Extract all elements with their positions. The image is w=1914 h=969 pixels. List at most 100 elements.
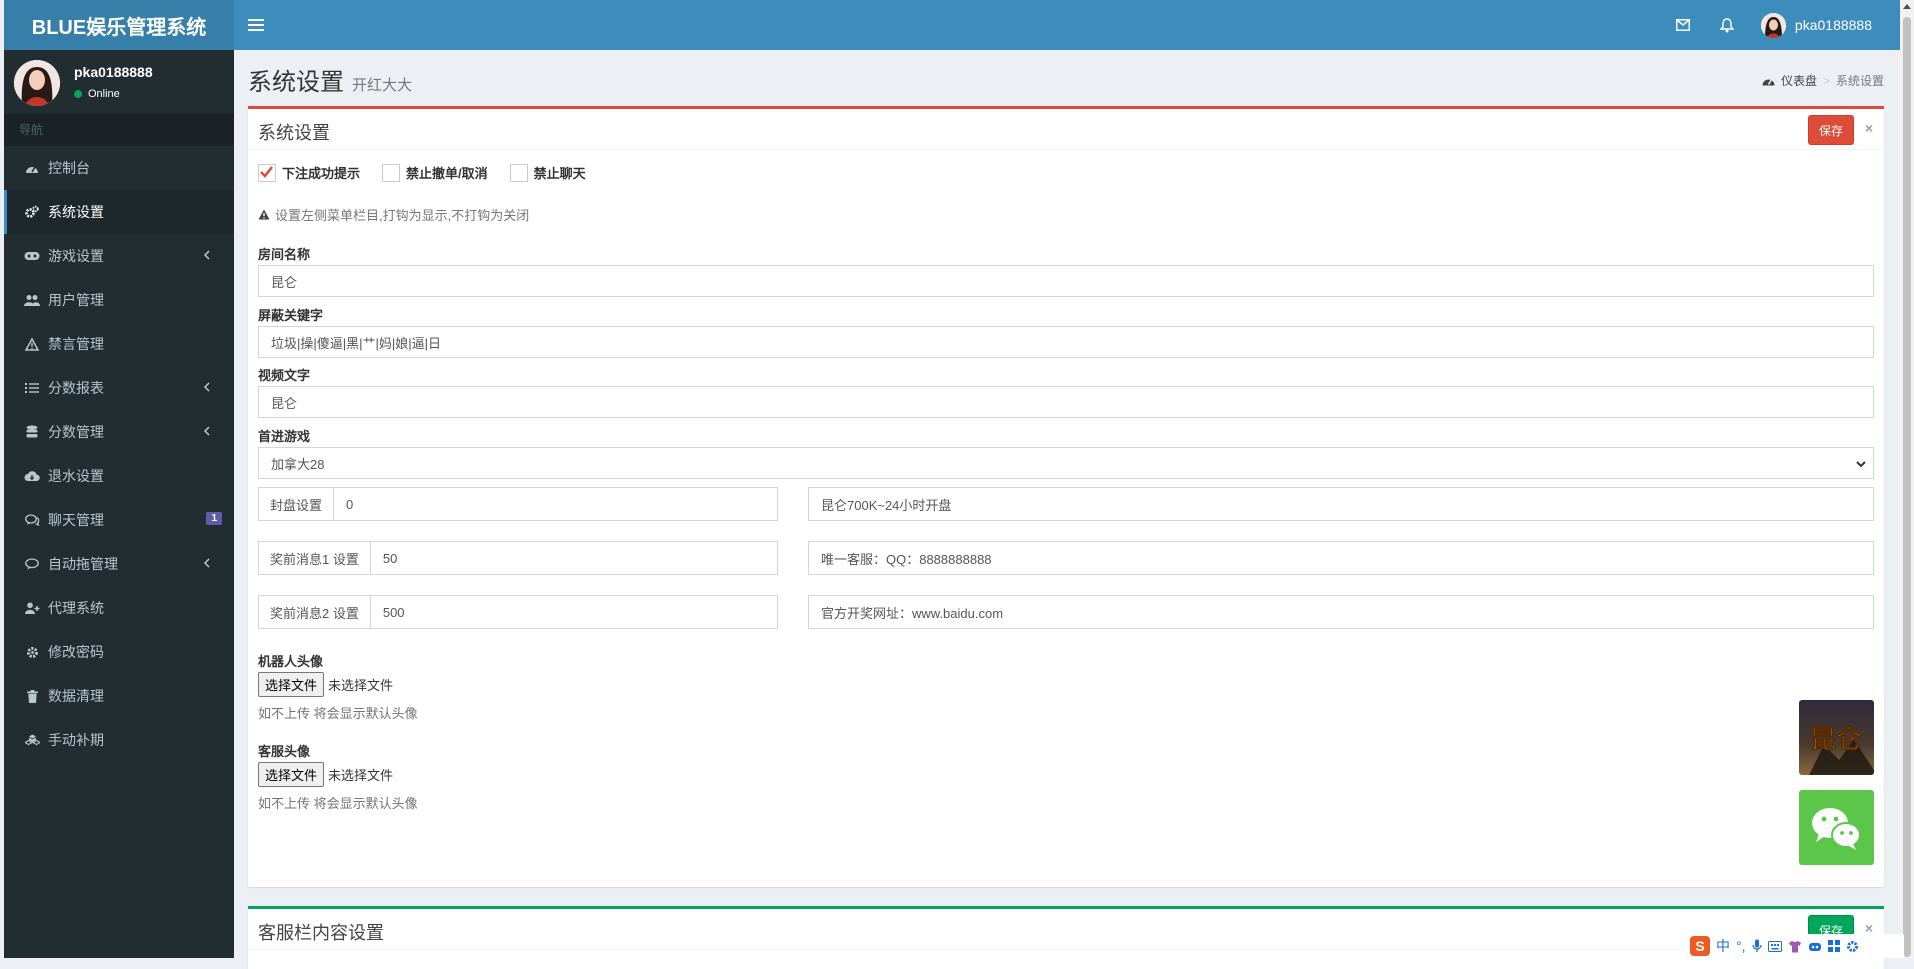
sidebar-item-data-cleanup[interactable]: 数据清理: [4, 674, 234, 718]
status-dot-icon: [74, 90, 82, 98]
checkbox-icon[interactable]: [509, 163, 528, 182]
save-button[interactable]: 保存: [1807, 115, 1854, 145]
cubes-icon: [24, 732, 40, 748]
sidebar-item-score-report[interactable]: 分数报表: [4, 366, 234, 410]
sidebar-item-users[interactable]: 用户管理: [4, 278, 234, 322]
comments-icon: [24, 512, 40, 528]
sidebar-item-auto-trust[interactable]: 自动拖管理: [4, 542, 234, 586]
first-game-select[interactable]: 加拿大28: [258, 447, 1874, 479]
hint-text: 设置左侧菜单栏目,打钩为显示,不打钩为关闭: [275, 208, 530, 223]
box-title: 系统设置: [258, 123, 330, 143]
checkbox-checked-icon[interactable]: [258, 163, 276, 182]
bell-icon[interactable]: [1716, 14, 1738, 36]
checkbox-label: 禁止聊天: [533, 166, 586, 181]
sidebar-item-dashboard[interactable]: 控制台: [4, 146, 234, 190]
close-icon[interactable]: ×: [1862, 920, 1876, 936]
bet-success-toggle[interactable]: 下注成功提示: [258, 163, 360, 182]
choose-file-button[interactable]: 选择文件: [258, 672, 325, 697]
chevron-left-icon: [203, 558, 210, 568]
shirt-icon[interactable]: [1788, 940, 1802, 953]
sidebar-item-score-manage[interactable]: 分数管理: [4, 410, 234, 454]
choose-file-button[interactable]: 选择文件: [258, 762, 325, 787]
warning-icon: [258, 209, 270, 220]
warning-icon: [24, 336, 40, 352]
robot-avatar-image: 昆仑: [1799, 700, 1874, 775]
sidebar-username: pka0188888: [74, 64, 153, 80]
sidebar-item-label: 分数报表: [48, 380, 104, 396]
cancel-bet-toggle[interactable]: 禁止撤单/取消: [382, 163, 488, 182]
box-title: 客服栏内容设置: [258, 923, 384, 943]
chevron-left-icon: [203, 426, 210, 436]
sidebar-toggle-icon[interactable]: [248, 13, 264, 37]
breadcrumb-separator: >: [1822, 73, 1830, 88]
service-avatar-help: 如不上传 将会显示默认头像: [258, 796, 418, 811]
feature-toggles: 下注成功提示 禁止撤单/取消 禁止聊天: [258, 163, 586, 182]
pre-draw-msg1-input[interactable]: 50: [371, 542, 777, 574]
envelope-icon[interactable]: [1672, 14, 1694, 36]
robot-avatar-file-input[interactable]: 选择文件 未选择文件: [258, 672, 393, 697]
sidebar-item-rebate[interactable]: 退水设置: [4, 454, 234, 498]
sidebar-item-agent[interactable]: 代理系统: [4, 586, 234, 630]
sidebar-item-label: 游戏设置: [48, 248, 104, 264]
navbar-username: pka0188888: [1794, 17, 1872, 33]
trash-icon: [24, 688, 40, 704]
sogou-logo-icon: S: [1690, 936, 1710, 956]
pre-draw-msg2-input[interactable]: 500: [371, 596, 777, 628]
scrollbar-thumb[interactable]: [1903, 17, 1911, 957]
sidebar-item-manual-period[interactable]: 手动补期: [4, 718, 234, 762]
close-icon[interactable]: ×: [1862, 120, 1876, 136]
pre-draw-msg2-text-input[interactable]: 官方开奖网址：www.baidu.com: [808, 595, 1874, 629]
robot-icon[interactable]: [1808, 940, 1822, 952]
file-status: 未选择文件: [328, 678, 394, 693]
gears-icon: [24, 204, 40, 220]
svg-text:昆仑: 昆仑: [1810, 724, 1863, 755]
close-setting-text-input[interactable]: 昆仑700K~24小时开盘: [808, 487, 1874, 521]
sidebar-item-system-settings[interactable]: 系统设置: [4, 190, 234, 234]
user-plus-icon: [24, 600, 40, 616]
keywords-label: 屏蔽关键字: [258, 308, 324, 323]
checkbox-icon[interactable]: [382, 163, 401, 182]
microphone-icon[interactable]: [1751, 939, 1762, 953]
room-name-label: 房间名称: [258, 247, 311, 262]
gear-icon[interactable]: [1846, 940, 1859, 953]
nav-header: 导航: [4, 114, 234, 146]
sidebar-item-label: 系统设置: [48, 204, 104, 220]
sidebar-item-mute[interactable]: 禁言管理: [4, 322, 234, 366]
pre-draw-msg1-text-input[interactable]: 唯一客服：QQ：8888888888: [808, 541, 1874, 575]
chat-ban-toggle[interactable]: 禁止聊天: [509, 163, 586, 182]
app-logo[interactable]: BLUE娱乐管理系统: [4, 0, 234, 50]
ime-toolbar[interactable]: S 中 °,: [1684, 934, 1904, 958]
database-icon: [24, 424, 40, 440]
first-game-label: 首进游戏: [258, 429, 311, 444]
video-text-label: 视频文字: [258, 368, 311, 383]
sidebar-item-label: 数据清理: [48, 688, 104, 704]
video-text-input[interactable]: 昆仑: [258, 386, 1874, 418]
comment-icon: [24, 556, 40, 572]
page-scrollbar[interactable]: [1900, 0, 1914, 958]
room-name-input[interactable]: 昆仑: [258, 265, 1874, 297]
sidebar-item-change-password[interactable]: 修改密码: [4, 630, 234, 674]
close-setting-label: 封盘设置: [259, 488, 335, 520]
robot-avatar-label: 机器人头像: [258, 654, 324, 669]
keyboard-icon[interactable]: [1767, 940, 1782, 952]
apps-grid-icon[interactable]: [1827, 940, 1840, 952]
service-avatar-file-input[interactable]: 选择文件 未选择文件: [258, 762, 393, 787]
keywords-input[interactable]: 垃圾|操|傻逼|黑|艹|妈|娘|逼|日: [258, 326, 1874, 358]
user-menu[interactable]: pka0188888: [1760, 0, 1872, 50]
close-setting-input[interactable]: 0: [334, 488, 777, 520]
sidebar-item-label: 手动补期: [48, 732, 104, 748]
chevron-left-icon: [203, 382, 210, 392]
sidebar-item-label: 禁言管理: [48, 336, 104, 352]
breadcrumb-home[interactable]: 仪表盘: [1781, 72, 1817, 89]
scroll-up-arrow-icon[interactable]: [1903, 4, 1911, 9]
sidebar-item-chat[interactable]: 聊天管理 1: [4, 498, 234, 542]
sidebar-item-game-settings[interactable]: 游戏设置: [4, 234, 234, 278]
list-icon: [24, 380, 40, 396]
sidebar: pka0188888 Online 导航 控制台 系统设置 游戏设置 用户管理 …: [4, 50, 234, 958]
breadcrumb-current: 系统设置: [1835, 74, 1884, 88]
ime-language[interactable]: 中: [1716, 936, 1730, 956]
users-icon: [24, 292, 40, 308]
punctuation-icon[interactable]: °,: [1736, 938, 1746, 954]
chevron-left-icon: [203, 250, 210, 260]
chevron-down-icon: [1856, 461, 1866, 468]
